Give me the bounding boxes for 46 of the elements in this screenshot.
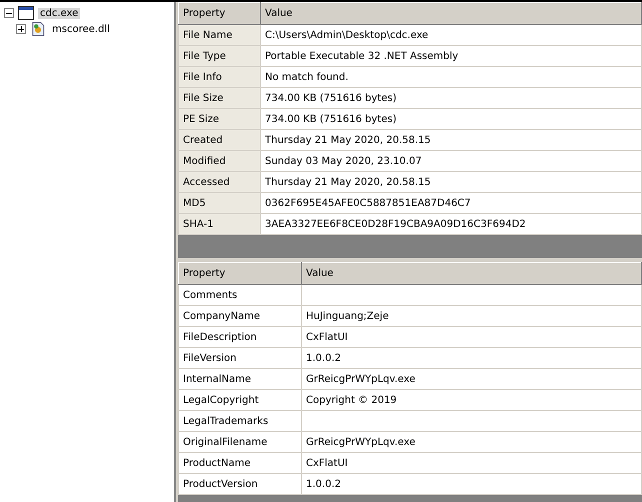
property-cell: File Size (178, 88, 260, 108)
value-cell: CxFlatUI (302, 452, 642, 474)
property-cell: OriginalFilename (178, 432, 302, 452)
property-cell: Created (178, 130, 260, 150)
window-icon (18, 6, 34, 20)
property-cell: Modified (178, 150, 260, 172)
value-cell: Sunday 03 May 2020, 23.10.07 (260, 150, 642, 172)
property-cell: MD5 (178, 192, 260, 214)
value-cell: HuJinguang;Zeje (302, 306, 642, 326)
property-cell: File Name (178, 24, 260, 46)
value-cell: Thursday 21 May 2020, 20.58.15 (260, 172, 642, 192)
value-cell: CxFlatUI (302, 326, 642, 348)
column-header[interactable]: Value (302, 262, 642, 284)
property-cell: LegalTrademarks (178, 410, 302, 432)
value-cell: 1.0.0.2 (302, 348, 642, 368)
value-cell: Copyright © 2019 (302, 390, 642, 410)
property-cell: ProductName (178, 452, 302, 474)
property-cell: Comments (178, 284, 302, 306)
property-cell: InternalName (178, 368, 302, 390)
property-cell: FileVersion (178, 348, 302, 368)
tree-item[interactable]: cdc.exe (38, 8, 80, 18)
value-cell: Portable Executable 32 .NET Assembly (260, 46, 642, 66)
property-cell: PE Size (178, 108, 260, 130)
property-cell: CompanyName (178, 306, 302, 326)
column-header[interactable]: Value (260, 2, 642, 24)
value-cell: 0362F695E45AFE0C5887851EA87D46C7 (260, 192, 642, 214)
tree-item[interactable]: mscoree.dll (50, 24, 112, 34)
value-cell: GrReicgPrWYpLqv.exe (302, 368, 642, 390)
collapse-toggle-icon[interactable] (4, 8, 14, 18)
property-cell: File Info (178, 66, 260, 88)
file-icon (30, 22, 46, 36)
property-cell: LegalCopyright (178, 390, 302, 410)
column-header[interactable]: Property (178, 262, 302, 284)
expand-toggle-icon[interactable] (16, 24, 26, 34)
property-cell: ProductVersion (178, 474, 302, 494)
property-cell: FileDescription (178, 326, 302, 348)
property-cell: Accessed (178, 172, 260, 192)
value-cell: No match found. (260, 66, 642, 88)
column-header[interactable]: Property (178, 2, 260, 24)
property-cell: File Type (178, 46, 260, 66)
value-cell: Thursday 21 May 2020, 20.58.15 (260, 130, 642, 150)
value-cell: 734.00 KB (751616 bytes) (260, 88, 642, 108)
property-cell: SHA-1 (178, 214, 260, 234)
value-cell: C:\Users\Admin\Desktop\cdc.exe (260, 24, 642, 46)
value-cell: GrReicgPrWYpLqv.exe (302, 432, 642, 452)
value-cell: 734.00 KB (751616 bytes) (260, 108, 642, 130)
